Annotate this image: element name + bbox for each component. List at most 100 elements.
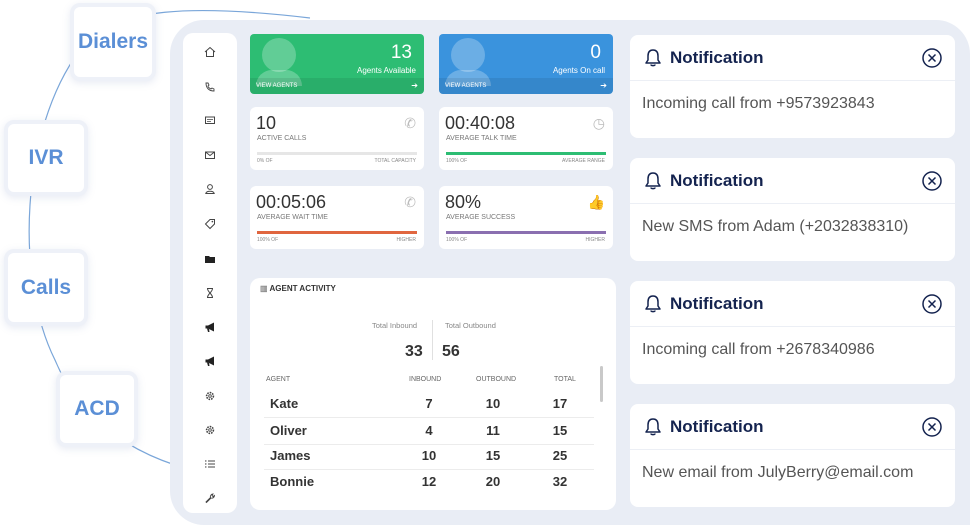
avg-wait-bar [257,231,417,234]
avg-talk-foot-left: 100% OF [446,158,468,164]
avg-success-foot-right: HIGHER [585,237,605,243]
clock-icon: ◷ [592,115,605,131]
row-divider [264,469,594,470]
list-icon[interactable] [199,453,221,475]
gear-icon[interactable] [199,385,221,407]
calls-tag[interactable]: Calls [4,249,88,326]
notification-title: Notification [670,171,764,190]
active-calls-foot-right: TOTAL CAPACITY [374,158,417,164]
notification-message: Incoming call from +9573923843 [642,95,875,112]
close-icon[interactable] [921,170,943,192]
table-cell-outbound: 11 [486,423,500,438]
active-calls-card: 10 ACTIVE CALLS ✆ 0% OF TOTAL CAPACITY [250,107,424,170]
table-cell-total: 25 [552,448,568,463]
avg-wait-foot-right: HIGHER [396,237,416,243]
hourglass-icon[interactable] [199,282,221,304]
column-header: OUTBOUND [476,376,517,383]
table-cell-outbound: 10 [485,396,501,411]
column-header: AGENT [266,376,291,383]
dialers-label: Dialers [77,30,149,53]
table-row[interactable]: Kate 7 10 17 [250,396,600,418]
arrow-right-icon: ➔ [600,81,607,90]
table-cell-total: 15 [552,423,568,438]
notification-card[interactable]: Notification New SMS from Adam (+20328383… [630,158,955,261]
avg-wait-label: AVERAGE WAIT TIME [257,214,328,221]
notification-divider [630,326,955,327]
notification-title: Notification [670,48,764,67]
notification-message: New email from JulyBerry@email.com [642,464,914,481]
avg-success-foot-left: 100% OF [446,237,468,243]
table-cell-agent: James [270,448,311,463]
agents-on-call-label: Agents On call [552,66,605,75]
avg-success-label: AVERAGE SUCCESS [446,214,516,221]
notification-card[interactable]: Notification New email from JulyBerry@ema… [630,404,955,507]
message-icon[interactable] [199,110,221,132]
avg-wait-foot-left: 100% OF [257,237,279,243]
table-cell-outbound: 15 [485,448,501,463]
wrench-icon[interactable] [199,487,221,509]
notification-divider [630,449,955,450]
view-agents-link[interactable]: VIEW AGENTS ➔ [439,78,613,94]
total-inbound-label: Total Inbound [372,321,418,330]
avg-success-card: 80% AVERAGE SUCCESS 👍 100% OF HIGHER [439,186,613,249]
scrollbar[interactable] [600,366,603,402]
user-icon[interactable] [199,178,221,200]
table-cell-inbound: 7 [425,396,433,411]
notification-message: New SMS from Adam (+2032838310) [642,218,909,235]
table-cell-agent: Oliver [270,423,307,438]
table-cell-inbound: 10 [421,448,437,463]
table-cell-total: 32 [552,474,568,489]
home-icon[interactable] [199,41,221,63]
avg-talk-label: AVERAGE TALK TIME [446,135,517,142]
bell-icon [645,49,661,67]
arrow-right-icon: ➔ [411,81,418,90]
agent-activity-card: ▥ AGENT ACTIVITY Total Inbound Total Out… [250,278,616,510]
mail-icon[interactable] [199,144,221,166]
avg-success-bar [446,231,606,234]
notification-title: Notification [670,417,764,436]
notification-divider [630,203,955,204]
table-row[interactable]: Bonnie 12 20 32 [250,474,600,494]
view-agents-label: VIEW AGENTS [256,83,298,89]
megaphone-icon[interactable] [199,350,221,372]
tag-icon[interactable] [199,213,221,235]
agents-on-call-card[interactable]: 0 Agents On call VIEW AGENTS ➔ [439,34,613,94]
ivr-label: IVR [28,146,64,169]
notification-card[interactable]: Notification Incoming call from +95739238… [630,35,955,138]
notification-divider [630,80,955,81]
total-inbound-value: 33 [405,343,423,360]
table-row[interactable]: James 10 15 25 [250,448,600,470]
sidebar [183,33,237,513]
table-cell-agent: Bonnie [270,474,315,489]
agent-activity-title-text: AGENT ACTIVITY [269,284,336,293]
close-icon[interactable] [921,47,943,69]
agents-available-card[interactable]: 13 Agents Available VIEW AGENTS ➔ [250,34,424,94]
view-agents-link[interactable]: VIEW AGENTS ➔ [250,78,424,94]
acd-label: ACD [74,397,120,420]
table-cell-total: 17 [552,396,568,411]
calls-label: Calls [20,275,72,299]
table-cell-inbound: 12 [421,474,437,489]
agents-on-call-value: 0 [590,42,601,63]
column-header: TOTAL [554,376,576,383]
megaphone-icon[interactable] [199,316,221,338]
avg-wait-value: 00:05:06 [256,192,327,212]
total-outbound-value: 56 [442,343,460,360]
phone-icon[interactable] [199,76,221,98]
agents-available-value: 13 [390,42,412,63]
row-divider [264,417,594,418]
bell-icon [645,418,661,436]
close-icon[interactable] [921,293,943,315]
gear-icon[interactable] [199,419,221,441]
acd-tag[interactable]: ACD [56,371,138,447]
notification-title: Notification [670,294,764,313]
notification-card[interactable]: Notification Incoming call from +26783409… [630,281,955,384]
dialers-tag[interactable]: Dialers [70,3,156,81]
avatar [451,38,485,72]
table-row[interactable]: Oliver 4 11 15 [250,423,600,445]
ivr-tag[interactable]: IVR [4,120,88,196]
folder-icon[interactable] [199,248,221,270]
close-icon[interactable] [921,416,943,438]
table-cell-outbound: 20 [485,474,501,489]
agents-available-label: Agents Available [356,66,416,75]
